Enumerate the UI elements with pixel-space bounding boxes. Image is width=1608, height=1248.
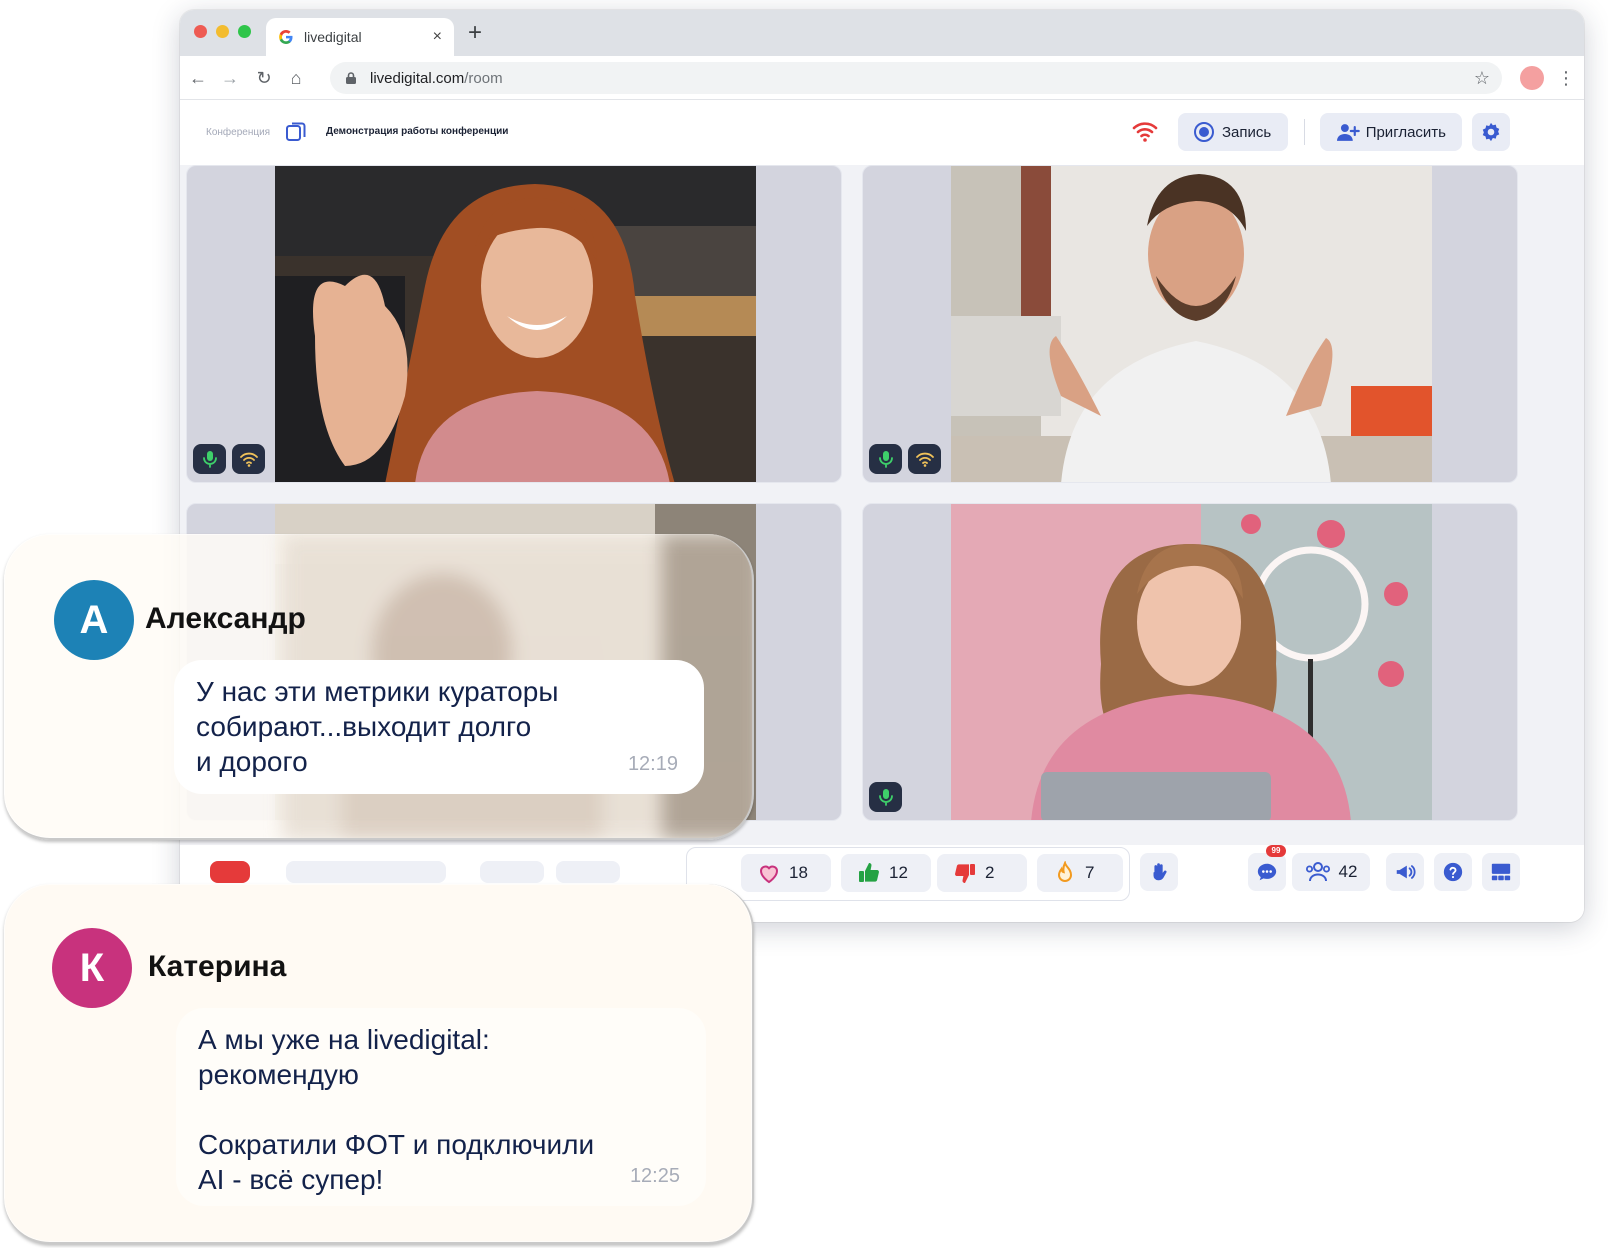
home-icon[interactable]: ⌂ bbox=[284, 66, 308, 90]
layout-icon bbox=[1491, 863, 1511, 881]
add-user-icon bbox=[1336, 124, 1360, 141]
record-label: Запись bbox=[1222, 123, 1272, 141]
mic-status bbox=[869, 782, 902, 812]
settings-button[interactable] bbox=[1472, 113, 1510, 151]
raise-hand-icon bbox=[1153, 863, 1167, 881]
reaction-heart-button[interactable]: 18 bbox=[741, 854, 831, 892]
message-bubble: У нас эти метрики кураторы собирают...вы… bbox=[174, 660, 704, 794]
message-time: 12:25 bbox=[629, 1165, 680, 1187]
wifi-icon bbox=[239, 452, 258, 467]
participant-video bbox=[275, 166, 756, 482]
copy-icon[interactable] bbox=[284, 119, 308, 143]
reload-icon[interactable]: ↻ bbox=[252, 66, 276, 90]
chat-message-card: К Катерина А мы уже на livedigital: реко… bbox=[4, 884, 754, 1244]
participants-icon bbox=[1305, 862, 1330, 882]
back-icon[interactable]: ← bbox=[186, 66, 210, 90]
header-divider bbox=[1304, 119, 1305, 145]
help-icon bbox=[1443, 862, 1463, 882]
minimize-window-button[interactable] bbox=[216, 25, 229, 38]
reactions-panel: 18 12 2 7 bbox=[686, 847, 1130, 901]
heart-count: 18 bbox=[789, 863, 808, 882]
profile-avatar[interactable] bbox=[1520, 66, 1544, 90]
conference-title: Демонстрация работы конференции bbox=[326, 126, 509, 137]
layout-button[interactable] bbox=[1482, 853, 1520, 891]
thumbs-down-icon bbox=[955, 864, 975, 883]
participants-button[interactable]: 42 bbox=[1292, 853, 1370, 891]
video-tile[interactable] bbox=[186, 165, 842, 483]
wifi-icon bbox=[915, 452, 934, 467]
record-button[interactable]: Запись bbox=[1178, 113, 1288, 151]
chat-icon bbox=[1257, 863, 1277, 881]
lock-icon bbox=[346, 72, 356, 84]
mic-status bbox=[869, 444, 902, 474]
close-window-button[interactable] bbox=[194, 25, 207, 38]
gear-icon bbox=[1482, 122, 1500, 142]
invite-button[interactable]: Пригласить bbox=[1320, 113, 1462, 151]
raise-hand-button[interactable] bbox=[1140, 853, 1178, 891]
thumbs-up-icon bbox=[859, 863, 879, 882]
dislike-count: 2 bbox=[985, 863, 995, 882]
reaction-fire-button[interactable]: 7 bbox=[1037, 854, 1123, 892]
record-icon bbox=[1194, 122, 1214, 142]
camera-button[interactable] bbox=[480, 861, 544, 883]
sender-name: Катерина bbox=[148, 950, 287, 983]
participant-video bbox=[951, 166, 1432, 482]
video-tile[interactable] bbox=[862, 503, 1518, 821]
sender-avatar: К bbox=[52, 928, 132, 1008]
message-bubble: А мы уже на livedigital: рекомендую Сокр… bbox=[176, 1008, 706, 1206]
maximize-window-button[interactable] bbox=[238, 25, 251, 38]
participant-video bbox=[951, 504, 1432, 820]
google-icon bbox=[279, 30, 293, 44]
participants-count: 42 bbox=[1338, 862, 1358, 881]
reaction-like-button[interactable]: 12 bbox=[841, 854, 931, 892]
new-tab-button[interactable]: + bbox=[468, 20, 482, 46]
fire-count: 7 bbox=[1085, 863, 1095, 882]
reaction-dislike-button[interactable]: 2 bbox=[937, 854, 1027, 892]
chat-unread-badge: 99 bbox=[1266, 845, 1286, 857]
chat-button[interactable] bbox=[1248, 853, 1286, 891]
heart-icon bbox=[759, 865, 779, 884]
wifi-icon bbox=[1132, 122, 1158, 142]
sender-name: Александр bbox=[145, 602, 306, 635]
mic-icon bbox=[878, 789, 893, 806]
media-controls[interactable] bbox=[286, 861, 446, 883]
announcement-button[interactable] bbox=[1386, 853, 1424, 891]
close-tab-icon[interactable]: × bbox=[433, 28, 442, 46]
like-count: 12 bbox=[889, 863, 908, 882]
fire-icon bbox=[1057, 861, 1073, 882]
message-text: У нас эти метрики кураторы собирают...вы… bbox=[196, 676, 559, 777]
bookmark-star-icon[interactable]: ☆ bbox=[1474, 68, 1490, 89]
megaphone-icon bbox=[1396, 865, 1416, 879]
invite-label: Пригласить bbox=[1365, 123, 1446, 141]
sender-avatar: А bbox=[54, 580, 134, 660]
url-path: /room bbox=[464, 69, 503, 87]
browser-menu-icon[interactable]: ⋮ bbox=[1556, 66, 1576, 90]
message-text: А мы уже на livedigital: рекомендую Сокр… bbox=[198, 1024, 595, 1195]
browser-toolbar: ← → ↻ ⌂ livedigital.com/room ☆ ⋮ bbox=[180, 56, 1584, 100]
browser-tab[interactable]: livedigital × bbox=[266, 18, 454, 56]
tab-title: livedigital bbox=[304, 29, 362, 45]
breadcrumb[interactable]: Конференция bbox=[206, 127, 270, 138]
screen-share-button[interactable] bbox=[556, 861, 620, 883]
mic-status bbox=[193, 444, 226, 474]
mic-icon bbox=[202, 451, 217, 468]
connection-status bbox=[232, 444, 265, 474]
app-header: Конференция Демонстрация работы конферен… bbox=[180, 101, 1584, 165]
address-bar[interactable]: livedigital.com/room ☆ bbox=[330, 62, 1502, 94]
url-domain: livedigital.com bbox=[370, 69, 465, 87]
chat-message-card: А Александр У нас эти метрики кураторы с… bbox=[4, 534, 754, 840]
message-time: 12:19 bbox=[627, 753, 678, 775]
connection-status bbox=[908, 444, 941, 474]
leave-call-button[interactable] bbox=[210, 861, 250, 883]
help-button[interactable] bbox=[1434, 853, 1472, 891]
tab-bar: livedigital × + bbox=[180, 10, 1584, 56]
video-tile[interactable] bbox=[862, 165, 1518, 483]
forward-icon[interactable]: → bbox=[218, 66, 242, 90]
mic-icon bbox=[878, 451, 893, 468]
